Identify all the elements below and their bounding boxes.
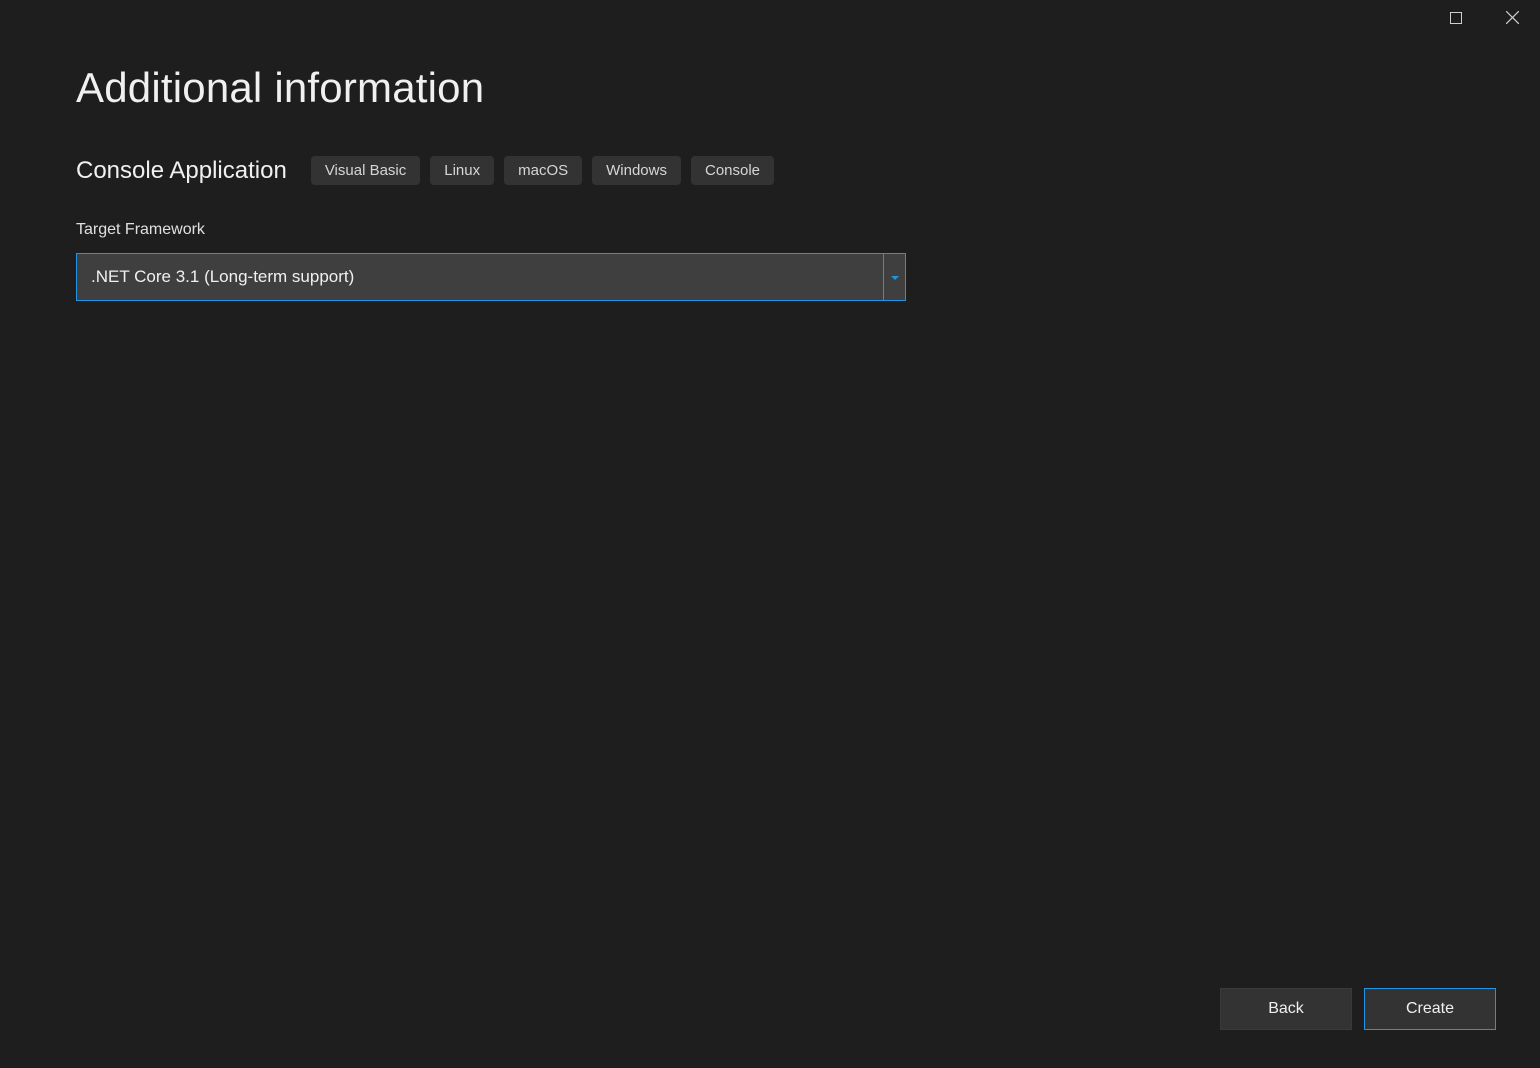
back-button[interactable]: Back	[1220, 988, 1352, 1030]
target-framework-label: Target Framework	[76, 221, 1464, 239]
target-framework-value: .NET Core 3.1 (Long-term support)	[77, 254, 883, 300]
dialog-footer: Back Create	[1220, 988, 1496, 1030]
close-icon	[1506, 11, 1519, 29]
project-template-name: Console Application	[76, 157, 287, 185]
dialog-content: Additional information Console Applicati…	[0, 0, 1540, 301]
back-button-label: Back	[1268, 1000, 1304, 1018]
create-button-label: Create	[1406, 1000, 1454, 1018]
dropdown-arrow-button[interactable]	[883, 254, 905, 300]
close-button[interactable]	[1484, 0, 1540, 40]
create-button[interactable]: Create	[1364, 988, 1496, 1030]
chevron-down-icon	[891, 268, 899, 286]
maximize-icon	[1450, 11, 1462, 29]
tag-windows: Windows	[592, 156, 681, 185]
page-title: Additional information	[76, 64, 1464, 112]
tag-visual-basic: Visual Basic	[311, 156, 420, 185]
tag-console: Console	[691, 156, 774, 185]
template-tags: Visual Basic Linux macOS Windows Console	[311, 156, 774, 185]
target-framework-dropdown[interactable]: .NET Core 3.1 (Long-term support)	[76, 253, 906, 301]
project-template-row: Console Application Visual Basic Linux m…	[76, 156, 1464, 185]
titlebar	[1428, 0, 1540, 40]
tag-linux: Linux	[430, 156, 494, 185]
maximize-button[interactable]	[1428, 0, 1484, 40]
tag-macos: macOS	[504, 156, 582, 185]
